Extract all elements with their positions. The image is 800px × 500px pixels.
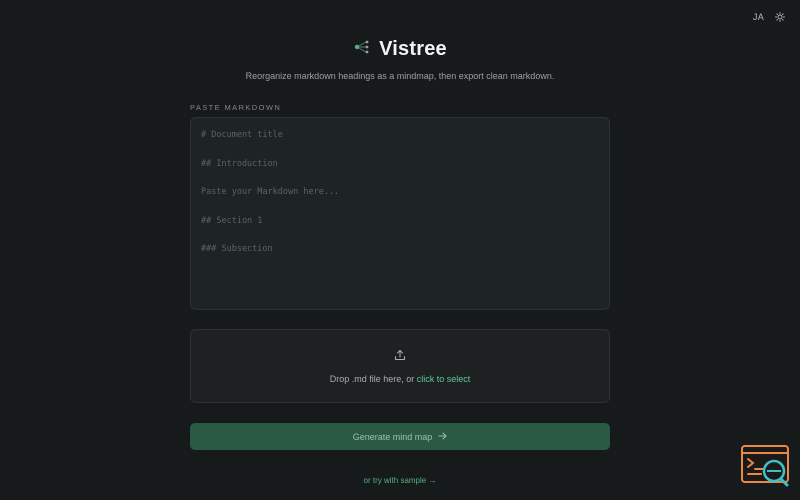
placeholder-line: # Document title (201, 130, 283, 140)
try-sample-link[interactable]: or try with sample → (0, 476, 800, 485)
arrow-right-icon (438, 432, 447, 442)
dropzone-instruction: Drop .md file here, or (329, 374, 417, 384)
language-toggle-button[interactable]: JA (753, 12, 764, 22)
feedback-widget-icon[interactable] (741, 444, 791, 488)
select-file-link[interactable]: click to select (417, 374, 471, 384)
sun-icon[interactable] (774, 11, 786, 23)
dropzone-text: Drop .md file here, or click to select (330, 374, 471, 384)
app-title: Vistree (379, 38, 447, 60)
app-tagline: Reorganize markdown headings as a mindma… (245, 71, 555, 81)
brand-header: Vistree (0, 38, 800, 61)
upload-icon (394, 348, 406, 366)
file-dropzone[interactable]: Drop .md file here, or click to select (190, 329, 610, 403)
placeholder-line: ## Introduction (201, 158, 278, 169)
editor-section-label: PASTE MARKDOWN (190, 103, 282, 112)
tree-branch-icon (353, 39, 371, 60)
markdown-input[interactable]: # Document title ## Introduction Paste y… (190, 117, 610, 310)
placeholder-line: ### Subsection (201, 244, 273, 254)
top-toolbar: JA (753, 11, 786, 23)
app-page: JA Vistree Reorganize markdown headings … (0, 0, 800, 500)
generate-mindmap-button[interactable]: Generate mind map (190, 423, 610, 450)
generate-button-label: Generate mind map (352, 431, 433, 442)
placeholder-line: ## Section 1 (201, 215, 263, 226)
placeholder-line: Paste your Markdown here... (201, 187, 340, 197)
